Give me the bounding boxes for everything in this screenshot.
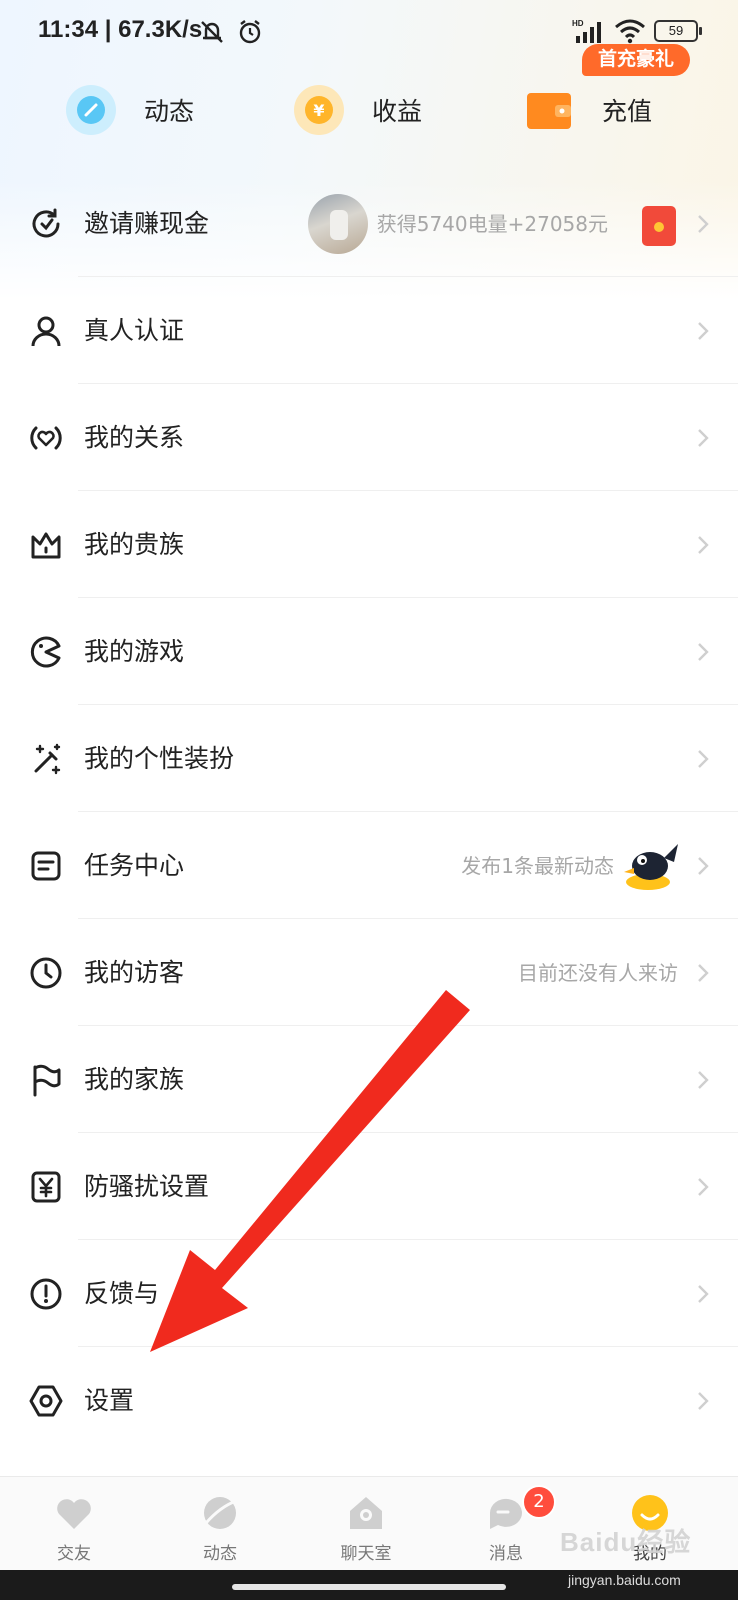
- menu-item-label: 反馈与: [84, 1279, 160, 1308]
- red-envelope-icon: [642, 206, 676, 246]
- menu-item-real-person-verify[interactable]: 真人认证: [0, 277, 738, 384]
- signal-icon: HD: [572, 19, 601, 43]
- menu-item-subtext: 目前还没有人来访: [518, 961, 678, 985]
- chevron-right-icon: [698, 322, 709, 340]
- menu-item-label: 邀请赚现金: [84, 209, 210, 238]
- menu-item-my-games[interactable]: 我的游戏: [0, 598, 738, 705]
- quick-action-label: 收益: [372, 97, 423, 126]
- menu-item-my-visitors[interactable]: 我的访客 目前还没有人来访: [0, 919, 738, 1026]
- chevron-right-icon: [698, 1285, 709, 1303]
- nav-tab-moments[interactable]: 动态: [160, 1477, 280, 1571]
- nav-tab-messages[interactable]: 2 消息: [446, 1477, 566, 1571]
- menu-item-label: 我的个性装扮: [84, 744, 235, 773]
- watermark-url: jingyan.baidu.com: [568, 1572, 681, 1588]
- avatar: [308, 194, 368, 254]
- battery-indicator: 59: [654, 20, 702, 42]
- svg-text:HD: HD: [572, 19, 584, 28]
- yuan-coin-icon: ¥: [294, 85, 344, 135]
- chevron-right-icon: [698, 429, 709, 447]
- promo-badge[interactable]: 首充豪礼: [582, 44, 690, 76]
- chevron-right-icon: [698, 750, 709, 768]
- quick-actions: 动态 ¥ 收益 充值: [0, 70, 738, 150]
- mascot-bird-icon: [624, 844, 678, 890]
- house-chat-icon: [350, 1497, 382, 1529]
- task-note-icon: [31, 851, 61, 881]
- menu-item-label: 我的家族: [84, 1065, 185, 1094]
- nav-tab-chatroom[interactable]: 聊天室: [306, 1477, 426, 1571]
- chevron-right-icon: [698, 536, 709, 554]
- menu-item-my-family[interactable]: 我的家族: [0, 1026, 738, 1133]
- menu-item-subtext: 发布1条最新动态: [461, 854, 614, 878]
- person-icon: [31, 316, 61, 347]
- menu-item-label: 我的游戏: [84, 637, 185, 666]
- menu-item-anti-harassment[interactable]: 防骚扰设置: [0, 1133, 738, 1240]
- planet-icon: [204, 1497, 237, 1529]
- menu-item-label: 真人认证: [84, 316, 185, 345]
- watermark: Baidu经验: [560, 1527, 692, 1557]
- nav-label: 聊天室: [340, 1544, 392, 1564]
- unread-badge: 2: [522, 1485, 556, 1519]
- heart-circle-icon: [30, 426, 62, 450]
- home-indicator[interactable]: [232, 1584, 506, 1590]
- quick-action-label: 充值: [602, 97, 653, 126]
- invite-refresh-icon: [32, 208, 60, 238]
- chevron-right-icon: [698, 1392, 709, 1410]
- nav-label: 交友: [57, 1544, 91, 1564]
- menu-item-label: 设置: [84, 1386, 135, 1415]
- menu-item-label: 我的访客: [84, 958, 185, 987]
- flag-icon: [33, 1064, 61, 1097]
- heart-icon: [57, 1499, 91, 1529]
- mute-bell-icon: [201, 21, 223, 43]
- menu-item-my-nobility[interactable]: 我的贵族: [0, 491, 738, 598]
- nav-label: 消息: [489, 1544, 523, 1564]
- chevron-right-icon: [698, 1071, 709, 1089]
- chevron-right-icon: [698, 215, 709, 233]
- chevron-right-icon: [698, 964, 709, 982]
- alarm-icon: [239, 20, 261, 44]
- menu-item-settings[interactable]: 设置: [0, 1347, 738, 1454]
- quick-action-recharge[interactable]: 充值: [524, 70, 652, 150]
- settings-icon: [29, 1385, 63, 1417]
- exclamation-circle-icon: [30, 1278, 62, 1310]
- nav-label: 动态: [203, 1544, 237, 1564]
- svg-text:¥: ¥: [313, 101, 324, 120]
- menu-item-invite-cash[interactable]: 邀请赚现金 获得5740电量+27058元: [0, 170, 738, 277]
- menu-list: 邀请赚现金 获得5740电量+27058元 真人认证 我的关系 我的贵族 我的游…: [0, 170, 738, 1454]
- nav-tab-friends[interactable]: 交友: [14, 1477, 134, 1571]
- game-palette-icon: [30, 636, 61, 668]
- magic-wand-icon: [34, 743, 61, 775]
- quick-action-earnings[interactable]: ¥ 收益: [294, 70, 422, 150]
- chevron-right-icon: [698, 1178, 709, 1196]
- menu-item-label: 我的贵族: [84, 530, 185, 559]
- chevron-right-icon: [698, 643, 709, 661]
- menu-item-label: 防骚扰设置: [84, 1172, 210, 1201]
- chevron-right-icon: [698, 857, 709, 875]
- status-time: 11:34 | 67.3K/s: [38, 16, 203, 43]
- menu-item-subtext: 获得5740电量+27058元: [376, 212, 608, 236]
- wallet-icon: [524, 85, 574, 135]
- wifi-icon: [615, 19, 645, 44]
- menu-item-feedback[interactable]: 反馈与: [0, 1240, 738, 1347]
- quick-action-label: 动态: [144, 97, 195, 126]
- menu-item-label: 我的关系: [84, 423, 185, 452]
- menu-item-my-relations[interactable]: 我的关系: [0, 384, 738, 491]
- pen-icon: [66, 85, 116, 135]
- clock-icon: [30, 957, 62, 989]
- menu-item-label: 任务中心: [84, 851, 185, 880]
- crown-icon: [31, 532, 61, 559]
- status-right: HD 59: [572, 16, 702, 46]
- chat-bubble-icon: [489, 1498, 522, 1529]
- shield-yen-icon: [31, 1171, 61, 1203]
- menu-item-personal-dressup[interactable]: 我的个性装扮: [0, 705, 738, 812]
- menu-item-task-center[interactable]: 任务中心 发布1条最新动态: [0, 812, 738, 919]
- quick-action-moments[interactable]: 动态: [66, 70, 194, 150]
